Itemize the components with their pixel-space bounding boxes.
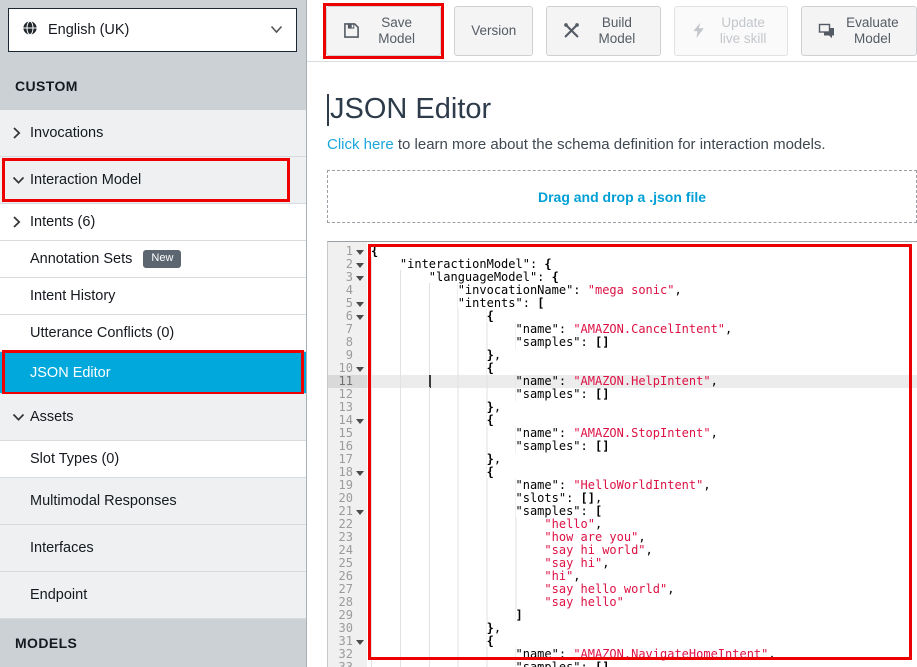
sidebar-item-label: Annotation Sets (30, 251, 132, 267)
fold-arrow-icon[interactable] (356, 367, 364, 372)
chevron-right-icon (12, 127, 21, 140)
fold-arrow-icon[interactable] (356, 315, 364, 320)
language-selector[interactable]: English (UK) (8, 8, 297, 52)
section-header-custom: CUSTOM (0, 62, 306, 110)
button-label: Build Model (589, 15, 644, 46)
fold-arrow-icon[interactable] (356, 302, 364, 307)
sidebar-item-slot-types-0[interactable]: Slot Types (0) (0, 441, 306, 478)
button-label: Save Model (369, 15, 424, 46)
button-label: Evaluate Model (845, 15, 900, 46)
globe-icon (22, 20, 38, 40)
sidebar-item-label: Intents (6) (30, 214, 95, 230)
sidebar-item-interaction-model[interactable]: Interaction Model (0, 157, 306, 204)
editor-gutter: 1234567891011121314151617181920212223242… (328, 242, 367, 667)
schema-help-text: Click here to learn more about the schem… (327, 136, 917, 153)
build-model-button[interactable]: Build Model (546, 6, 661, 56)
save-icon (343, 22, 360, 39)
language-selector-wrap: English (UK) (0, 0, 306, 62)
sidebar-item-label: Endpoint (30, 587, 87, 603)
chat-icon (818, 23, 836, 39)
json-dropzone[interactable]: Drag and drop a .json file (327, 170, 917, 223)
json-code-editor[interactable]: 1234567891011121314151617181920212223242… (327, 241, 917, 667)
button-label: Update live skill (715, 15, 770, 46)
sidebar-item-interfaces[interactable]: Interfaces (0, 525, 306, 572)
sidebar-item-label: Interfaces (30, 540, 94, 556)
text-caret (327, 94, 329, 126)
sidebar-item-utterance-conflicts-0[interactable]: Utterance Conflicts (0) (0, 315, 306, 352)
code-area[interactable]: { "interactionModel": { "languageModel":… (367, 242, 917, 667)
fold-arrow-icon[interactable] (356, 471, 364, 476)
language-selector-label: English (UK) (48, 22, 129, 38)
sidebar-nav: Invocations Interaction Model Intents (6) A… (0, 110, 306, 619)
version-button[interactable]: Version (454, 6, 533, 56)
sidebar-item-label: Assets (30, 409, 74, 425)
button-label: Version (471, 23, 516, 39)
sidebar-item-annotation-sets[interactable]: Annotation Sets New (0, 241, 306, 278)
sidebar-item-endpoint[interactable]: Endpoint (0, 572, 306, 619)
build-icon (563, 22, 580, 39)
sidebar-item-json-editor[interactable]: JSON Editor (0, 352, 306, 394)
code-line[interactable]: "samples": [] (367, 661, 917, 667)
sidebar-item-intents-6[interactable]: Intents (6) (0, 204, 306, 241)
fold-arrow-icon[interactable] (356, 640, 364, 645)
page-title: JSON Editor (327, 93, 917, 126)
fold-arrow-icon[interactable] (356, 276, 364, 281)
save-model-button[interactable]: Save Model (326, 6, 441, 56)
sidebar-item-label: Multimodal Responses (30, 493, 177, 509)
evaluate-model-button[interactable]: Evaluate Model (801, 6, 917, 56)
sidebar-item-label: Utterance Conflicts (0) (30, 325, 174, 341)
chevron-down-icon (12, 176, 25, 185)
chevron-down-icon (12, 413, 25, 422)
sidebar-item-invocations[interactable]: Invocations (0, 110, 306, 157)
sidebar-item-label: Slot Types (0) (30, 451, 119, 467)
sidebar-item-label: JSON Editor (30, 365, 111, 381)
content: JSON Editor Click here to learn more abo… (307, 62, 917, 667)
line-number: 33 (328, 661, 367, 667)
sidebar-item-multimodal-responses[interactable]: Multimodal Responses (0, 478, 306, 525)
fold-arrow-icon[interactable] (356, 510, 364, 515)
section-header-models: MODELS (0, 619, 306, 667)
sidebar-item-label: Invocations (30, 125, 103, 141)
dropzone-label: Drag and drop a .json file (538, 189, 706, 205)
sidebar-item-intent-history[interactable]: Intent History (0, 278, 306, 315)
fold-arrow-icon[interactable] (356, 419, 364, 424)
sidebar: English (UK) CUSTOM Invocations Interacti… (0, 0, 307, 667)
fold-arrow-icon[interactable] (356, 250, 364, 255)
chevron-down-icon (270, 22, 283, 38)
main-panel: Save Model Version Build Model Update live … (307, 0, 917, 667)
sidebar-item-label: Interaction Model (30, 172, 141, 188)
sidebar-item-assets[interactable]: Assets (0, 394, 306, 441)
click-here-link[interactable]: Click here (327, 136, 394, 153)
toolbar: Save Model Version Build Model Update live … (307, 0, 917, 62)
chevron-right-icon (12, 216, 21, 229)
lightning-icon (691, 22, 706, 39)
fold-arrow-icon[interactable] (356, 263, 364, 268)
update-live-skill-button: Update live skill (674, 6, 787, 56)
new-badge: New (143, 250, 181, 268)
sidebar-item-label: Intent History (30, 288, 115, 304)
